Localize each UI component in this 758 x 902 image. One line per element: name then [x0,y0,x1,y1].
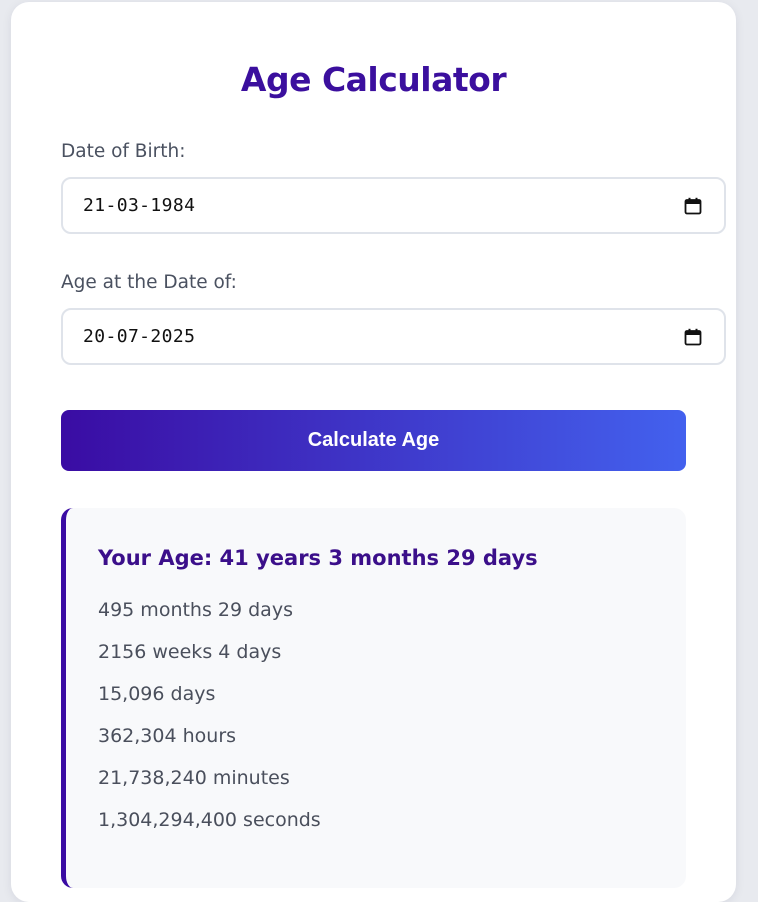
age-in-seconds: 1,304,294,400 seconds [98,809,321,831]
target-date-label: Age at the Date of: [61,272,237,293]
birth-date-value[interactable]: 21-03-1984 [83,195,195,217]
birth-date-label: Date of Birth: [61,141,186,162]
calculator-card: Age Calculator Date of Birth: 21-03-1984… [11,2,736,902]
calculate-age-button[interactable]: Calculate Age [61,410,686,471]
age-in-months: 495 months 29 days [98,599,293,621]
calendar-icon[interactable] [684,197,702,215]
age-in-weeks: 2156 weeks 4 days [98,641,282,663]
age-result-headline: Your Age: 41 years 3 months 29 days [98,546,538,570]
calendar-icon[interactable] [684,328,702,346]
age-in-hours: 362,304 hours [98,725,237,747]
target-date-value[interactable]: 20-07-2025 [83,326,195,348]
age-in-days: 15,096 days [98,683,216,705]
page-title: Age Calculator [240,60,507,99]
age-breakdown-list: 495 months 29 days 2156 weeks 4 days 15,… [98,596,321,848]
result-panel: Your Age: 41 years 3 months 29 days 495 … [61,508,686,888]
birth-date-input[interactable]: 21-03-1984 [61,177,726,234]
target-date-input[interactable]: 20-07-2025 [61,308,726,365]
age-in-minutes: 21,738,240 minutes [98,767,290,789]
